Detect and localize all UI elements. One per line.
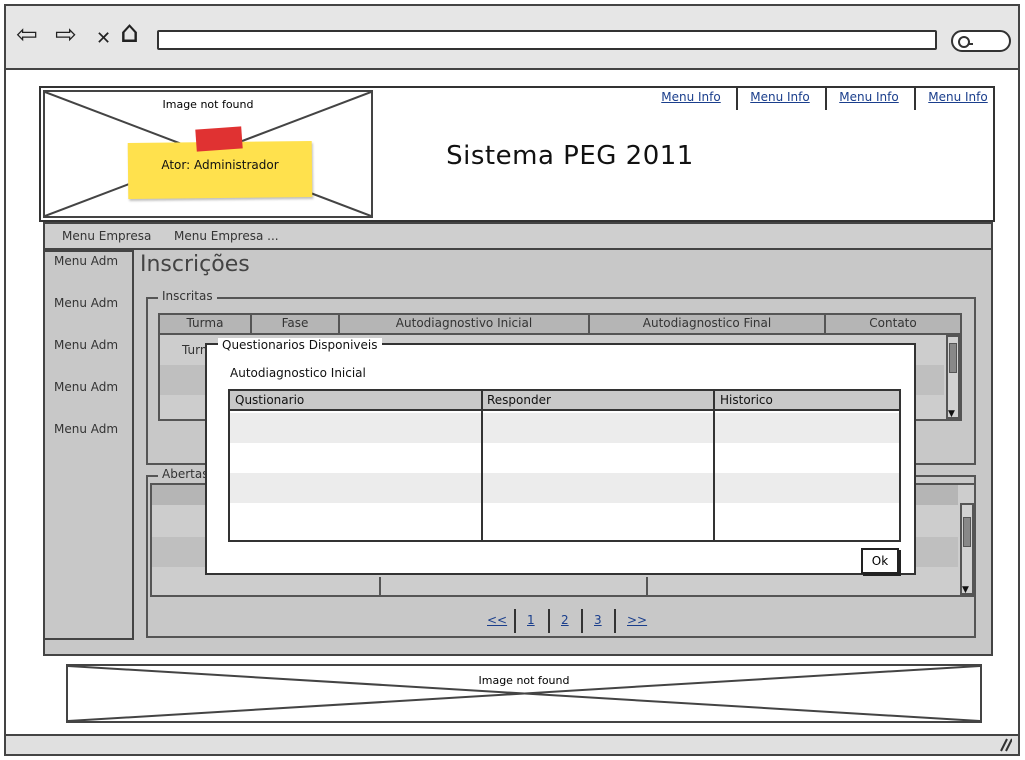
column-divider bbox=[481, 391, 483, 540]
pagination-divider bbox=[581, 609, 583, 633]
scroll-down-icon[interactable]: ▼ bbox=[962, 585, 969, 595]
questionnaire-table-header: Qustionario Responder Historico bbox=[230, 391, 899, 411]
menu-empresa-more-item[interactable]: Menu Empresa ... bbox=[174, 229, 279, 243]
footer-image-placeholder: Image not found bbox=[66, 664, 982, 723]
column-header[interactable]: Turma bbox=[160, 315, 252, 333]
pagination-first[interactable]: << bbox=[487, 613, 507, 627]
top-menu-link[interactable]: Menu Info bbox=[652, 90, 730, 110]
pagination-page-1[interactable]: 1 bbox=[527, 613, 535, 627]
image-not-found-label: Image not found bbox=[478, 674, 570, 687]
app-title: Sistema PEG 2011 bbox=[446, 141, 694, 171]
top-menu-divider bbox=[914, 88, 916, 110]
inscritas-table-header: Turma Fase Autodiagnostivo Inicial Autod… bbox=[158, 313, 962, 335]
home-icon[interactable]: ⌂ bbox=[120, 18, 139, 48]
top-menu-divider bbox=[736, 88, 738, 110]
column-header[interactable]: Responder bbox=[487, 393, 551, 407]
pagination-divider bbox=[614, 609, 616, 633]
sidebar-item-menu-adm[interactable]: Menu Adm bbox=[54, 296, 118, 310]
search-icon bbox=[958, 36, 973, 48]
pagination-divider bbox=[514, 609, 516, 633]
page-title: Inscrições bbox=[140, 252, 250, 277]
column-divider bbox=[713, 391, 715, 540]
column-header[interactable]: Autodiagnostivo Inicial bbox=[340, 315, 590, 333]
sidebar-item-menu-adm[interactable]: Menu Adm bbox=[54, 338, 118, 352]
column-header[interactable]: Historico bbox=[720, 393, 773, 407]
column-divider bbox=[379, 577, 381, 597]
scrollbar-thumb[interactable] bbox=[949, 343, 957, 373]
top-menu-link[interactable]: Menu Info bbox=[741, 90, 819, 110]
table-row[interactable] bbox=[230, 473, 899, 503]
column-header[interactable]: Contato bbox=[826, 315, 960, 333]
pagination-page-2[interactable]: 2 bbox=[561, 613, 569, 627]
pagination-divider bbox=[548, 609, 550, 633]
resize-grip-icon[interactable] bbox=[998, 738, 1012, 752]
image-not-found-label: Image not found bbox=[162, 98, 254, 111]
menu-empresa-item[interactable]: Menu Empresa bbox=[62, 229, 151, 243]
inscritas-legend: Inscritas bbox=[158, 289, 217, 303]
table-row[interactable] bbox=[230, 503, 899, 533]
top-menu-link[interactable]: Menu Info bbox=[919, 90, 997, 110]
column-header[interactable]: Qustionario bbox=[235, 393, 304, 407]
column-header[interactable]: Autodiagnostico Final bbox=[590, 315, 826, 333]
close-icon[interactable]: ✕ bbox=[96, 26, 111, 52]
dialog-legend: Questionarios Disponiveis bbox=[218, 338, 382, 352]
browser-search-box[interactable] bbox=[951, 30, 1011, 52]
scrollbar-thumb[interactable] bbox=[963, 517, 971, 547]
browser-status-bar bbox=[4, 734, 1020, 756]
pagination-page-3[interactable]: 3 bbox=[594, 613, 602, 627]
abertas-scrollbar[interactable]: ▼ bbox=[960, 503, 974, 595]
inscritas-scrollbar[interactable]: ▼ bbox=[946, 335, 960, 419]
table-row[interactable] bbox=[230, 413, 899, 443]
actor-label: Ator: Administrador bbox=[161, 158, 279, 172]
questionnaire-table: Qustionario Responder Historico bbox=[228, 389, 901, 542]
forward-arrow-icon[interactable]: ⇨ bbox=[55, 22, 77, 48]
table-row[interactable] bbox=[230, 443, 899, 473]
scroll-down-icon[interactable]: ▼ bbox=[948, 409, 955, 419]
sidebar-item-menu-adm[interactable]: Menu Adm bbox=[54, 254, 118, 268]
sticky-tape bbox=[195, 126, 243, 152]
address-bar[interactable] bbox=[157, 30, 937, 50]
sidebar-item-menu-adm[interactable]: Menu Adm bbox=[54, 380, 118, 394]
column-header[interactable]: Fase bbox=[252, 315, 340, 333]
top-menu-divider bbox=[825, 88, 827, 110]
sidebar-item-menu-adm[interactable]: Menu Adm bbox=[54, 422, 118, 436]
column-divider bbox=[646, 577, 648, 597]
dialog-subtitle: Autodiagnostico Inicial bbox=[230, 366, 366, 380]
top-menu-link[interactable]: Menu Info bbox=[830, 90, 908, 110]
pagination-last[interactable]: >> bbox=[627, 613, 647, 627]
back-arrow-icon[interactable]: ⇦ bbox=[16, 22, 38, 48]
ok-button[interactable]: Ok bbox=[861, 548, 899, 574]
